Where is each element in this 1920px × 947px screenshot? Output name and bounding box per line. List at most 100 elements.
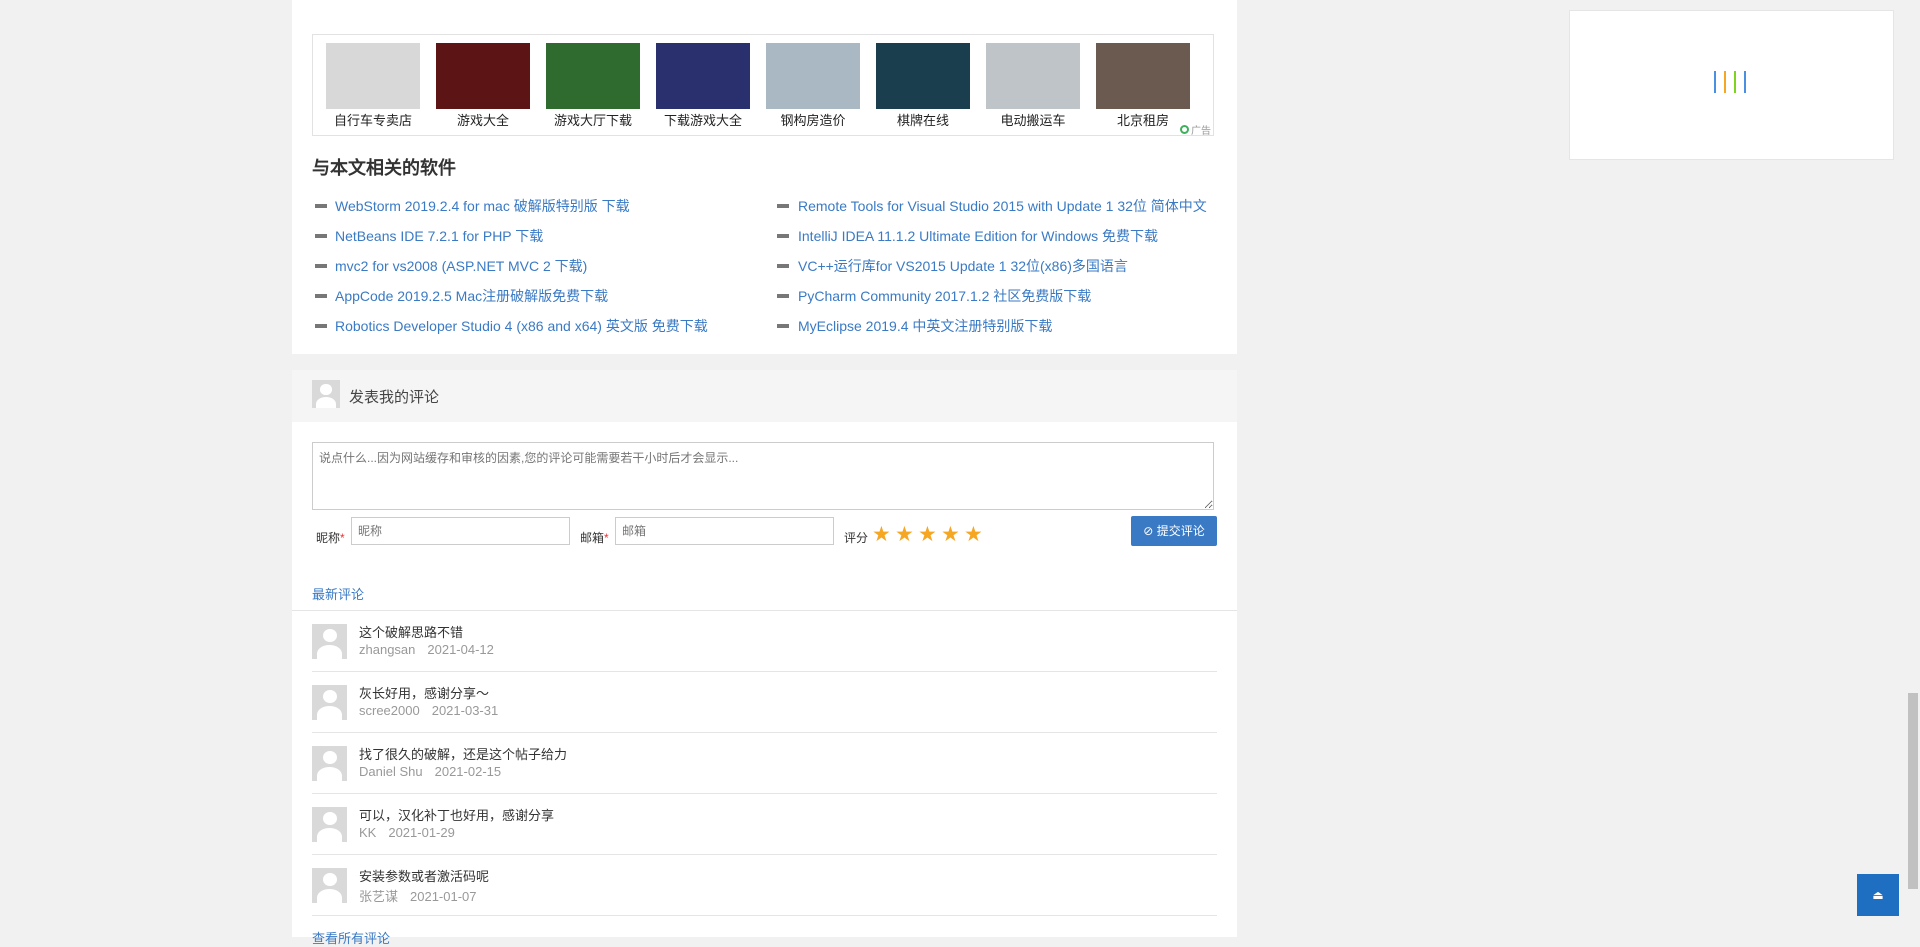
loader-bar [1744,71,1746,93]
ad-banner: 自行车专卖店 游戏大全 游戏大厅下载 下载游戏大全 钢构房造价 棋牌在线 电动搬运车 北京租房… [312,34,1214,137]
rating-label: 评分 [844,531,869,545]
avatar [312,624,347,659]
email-input[interactable] [615,517,834,545]
ad-item-label[interactable]: 钢构房造价 [765,110,861,129]
comment-text: 安装参数或者激活码呢 [359,869,490,884]
comment-meta: zhangsan 2021-04-12 [359,642,494,657]
comment-user: KK [359,825,377,840]
comment-date: 2021-03-31 [431,703,499,718]
ad-item[interactable]: 电动搬运车 [985,43,1081,129]
comment-text: 找了很久的破解，还是这个帖子给力 [359,747,568,762]
list-bullet [315,294,327,298]
related-software-link[interactable]: AppCode 2019.2.5 Mac注册破解版免费下载 [335,286,608,306]
list-bullet [315,204,327,208]
divider [312,793,1217,794]
ad-item[interactable]: 钢构房造价 [765,43,861,129]
star-icon[interactable]: ★ [964,524,983,546]
related-software-link[interactable]: Remote Tools for Visual Studio 2015 with… [798,196,1207,216]
divider [312,671,1217,672]
comment-date: 2021-01-29 [388,825,455,840]
ad-item[interactable]: 游戏大厅下载 [545,43,641,129]
comment-meta: Daniel Shu 2021-02-15 [359,764,501,779]
avatar [312,868,347,903]
divider [292,610,1237,611]
game-character-thumbnail[interactable] [436,43,530,109]
list-bullet [315,324,327,328]
related-software-link[interactable]: mvc2 for vs2008 (ASP.NET MVC 2 下载) [335,256,587,276]
truck-thumbnail[interactable] [986,43,1080,109]
loader-bar [1724,71,1726,93]
list-bullet [777,264,789,268]
submit-comment-label: 提交评论 [1156,524,1205,538]
divider [312,915,1217,916]
ad-item-label[interactable]: 北京租房 [1095,110,1191,129]
comment-form-title: 发表我的评论 [349,389,440,406]
ad-item[interactable]: 下载游戏大全 [655,43,751,129]
related-software-link[interactable]: PyCharm Community 2017.1.2 社区免费版下载 [798,286,1091,306]
divider [312,854,1217,855]
avatar [312,380,340,408]
ad-item-label[interactable]: 棋牌在线 [875,110,971,129]
comment-user: scree2000 [359,703,420,718]
comment-meta: 张艺谋 2021-01-07 [359,886,477,905]
star-icon[interactable]: ★ [895,524,914,546]
comment-user: Daniel Shu [359,764,423,779]
ad-item[interactable]: 棋牌在线 [875,43,971,129]
comment-user: 张艺谋 [359,889,399,904]
ad-item[interactable]: 游戏大全 [435,43,531,129]
comment-form-header: 发表我的评论 [292,370,1237,422]
list-bullet [777,234,789,238]
ad-item-label[interactable]: 电动搬运车 [985,110,1081,129]
list-bullet [315,264,327,268]
view-all-comments-link[interactable]: 查看所有评论 [312,928,390,947]
ad-mark[interactable]: 广告 [1180,122,1211,137]
star-icon[interactable]: ★ [872,524,891,546]
ad-item-label[interactable]: 游戏大厅下载 [545,110,641,129]
ad-mark-label: 广告 [1191,126,1211,137]
loader-bar [1734,71,1736,93]
main-content: 自行车专卖店 游戏大全 游戏大厅下载 下载游戏大全 钢构房造价 棋牌在线 电动搬运车 北京租房… [292,0,1237,946]
email-label: 邮箱* [580,531,609,545]
related-software-link[interactable]: IntelliJ IDEA 11.1.2 Ultimate Edition fo… [798,226,1158,246]
comment-text: 这个破解思路不错 [359,625,464,640]
related-software-link[interactable]: MyEclipse 2019.4 中英文注册特别版下载 [798,316,1052,336]
star-icon[interactable]: ★ [918,524,937,546]
fantasy-game-thumbnail[interactable] [656,43,750,109]
submit-comment-button[interactable]: ⊘ 提交评论 [1131,516,1217,546]
list-bullet [777,324,789,328]
loader-bar [1714,71,1716,93]
comment-text: 灰长好用，感谢分享～ [359,686,490,701]
comment-textarea[interactable] [312,442,1214,510]
card-game-thumbnail[interactable] [876,43,970,109]
nickname-input[interactable] [351,517,570,545]
avatar [312,746,347,781]
ad-item[interactable]: 北京租房 [1095,43,1191,129]
back-to-top-button[interactable]: ⏏ [1857,874,1899,916]
steel-house-thumbnail[interactable] [766,43,860,109]
latest-comments-title[interactable]: 最新评论 [312,584,364,603]
loading-popup [1569,10,1894,160]
ad-item-label[interactable]: 游戏大全 [435,110,531,129]
related-software-title: 与本文相关的软件 [312,158,456,178]
divider [312,732,1217,733]
star-icon[interactable]: ★ [941,524,960,546]
comment-meta: KK 2021-01-29 [359,825,455,840]
nickname-label: 昵称* [316,531,345,545]
list-bullet [777,294,789,298]
avatar [312,807,347,842]
ad-item[interactable]: 自行车专卖店 [325,43,421,129]
ad-item-label[interactable]: 自行车专卖店 [325,110,421,129]
related-software-link[interactable]: NetBeans IDE 7.2.1 for PHP 下载 [335,226,543,246]
comment-meta: scree2000 2021-03-31 [359,703,498,718]
related-software-link[interactable]: WebStorm 2019.2.4 for mac 破解版特别版 下载 [335,196,630,216]
avatar [312,685,347,720]
scrollbar-thumb[interactable] [1908,693,1918,889]
comment-text: 可以，汉化补丁也好用，感谢分享 [359,808,555,823]
fish-game-thumbnail[interactable] [546,43,640,109]
ad-item-label[interactable]: 下载游戏大全 [655,110,751,129]
related-software-link[interactable]: Robotics Developer Studio 4 (x86 and x64… [335,316,708,336]
room-thumbnail[interactable] [1096,43,1190,109]
bicycle-thumbnail[interactable] [326,43,420,109]
related-software-link[interactable]: VC++运行库for VS2015 Update 1 32位(x86)多国语言 [798,256,1128,276]
triangle-up-icon: ⏏ [1872,888,1884,902]
